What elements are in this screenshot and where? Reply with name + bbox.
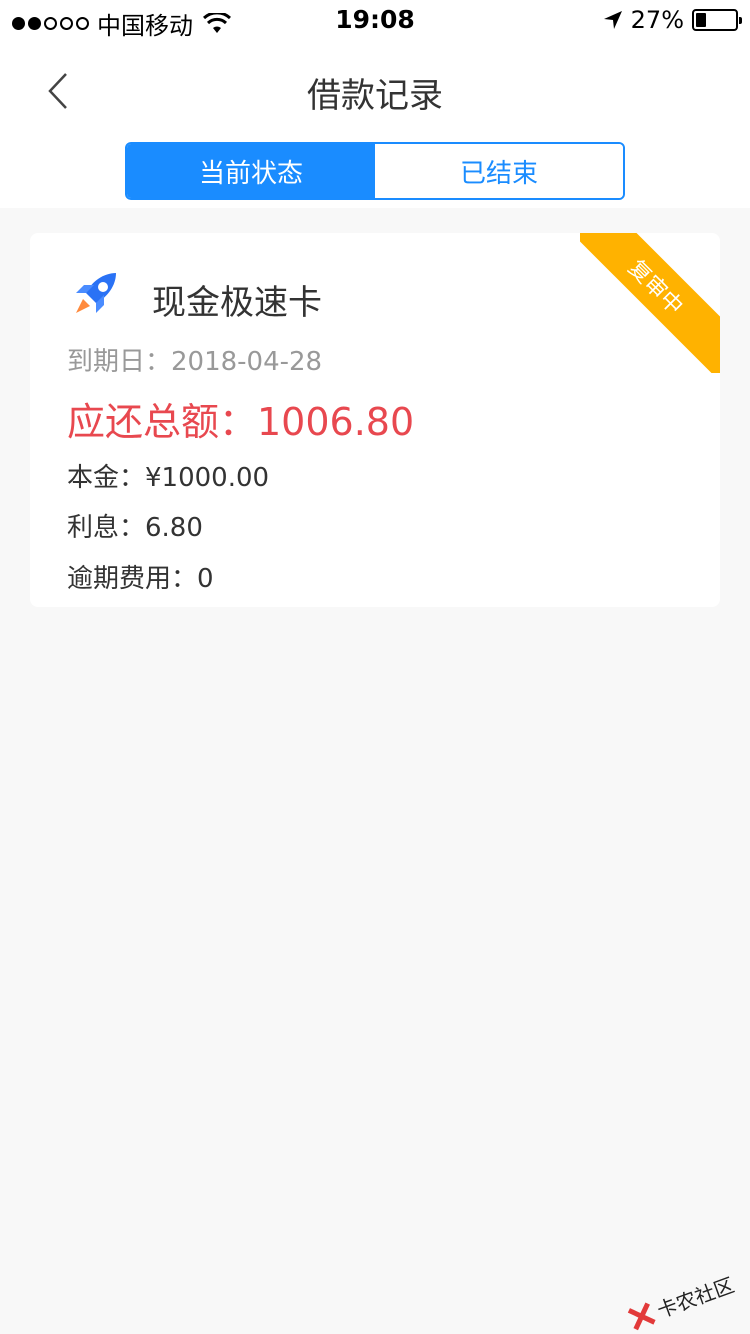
product-name: 现金极速卡	[152, 283, 322, 323]
interest-amount: 利息：6.80	[67, 513, 203, 543]
battery-percent: 27%	[630, 6, 684, 34]
watermark-text: 卡农社区	[653, 1272, 738, 1323]
overdue-fee: 逾期费用：0	[67, 564, 214, 594]
status-bar: 中国移动 19:08 27%	[0, 0, 750, 40]
tab-finished[interactable]: 已结束	[375, 144, 623, 198]
page-title: 借款记录	[307, 76, 443, 116]
battery-fill	[696, 13, 707, 27]
status-badge: 复审中	[580, 233, 720, 373]
tab-current-status[interactable]: 当前状态	[127, 144, 375, 198]
location-arrow-icon	[603, 11, 622, 29]
principal-amount: 本金：¥1000.00	[67, 463, 270, 493]
watermark-logo-icon	[627, 1301, 656, 1330]
status-segmented-control: 当前状态 已结束	[125, 142, 625, 200]
status-right: 27%	[603, 6, 742, 34]
loan-record-card[interactable]: 复审中 现金极速卡 到期日：2018-04-28 应还总额：1006.80 本金…	[30, 233, 720, 607]
watermark: 卡农社区	[624, 1269, 737, 1334]
due-date: 到期日：2018-04-28	[67, 347, 323, 377]
rocket-icon	[76, 273, 116, 313]
status-ribbon: 复审中	[580, 233, 720, 373]
tab-area: 当前状态 已结束	[0, 140, 750, 208]
battery-icon	[692, 9, 742, 31]
nav-bar: 借款记录	[0, 40, 750, 140]
total-due-amount: 应还总额：1006.80	[67, 400, 415, 444]
